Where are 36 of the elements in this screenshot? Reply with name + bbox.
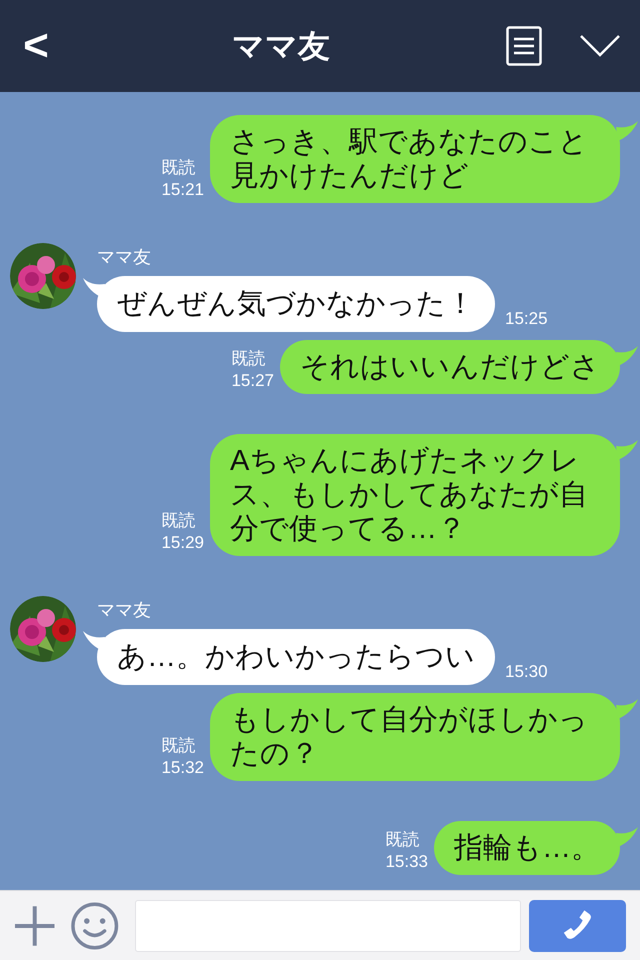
bubble-tail — [616, 440, 638, 460]
message-time: 15:33 — [385, 851, 428, 873]
message-bubble: ぜんぜん気づかなかった！ — [97, 276, 495, 332]
message-time: 15:21 — [161, 179, 204, 201]
read-receipt: 既読 — [161, 735, 196, 757]
message-bubble: あ…。かわいかったらつい — [97, 629, 495, 685]
message-bubble: 指輪も…。 — [434, 821, 620, 875]
bubble-tail — [616, 699, 638, 719]
message-bubble: それはいいんだけどさ — [280, 340, 620, 394]
message-time: 15:27 — [231, 370, 274, 392]
bubble-tail — [83, 631, 105, 651]
sender-name: ママ友 — [97, 599, 152, 622]
read-receipt: 既読 — [161, 157, 196, 179]
bubble-tail — [83, 278, 105, 298]
call-button[interactable] — [529, 900, 626, 952]
message-time: 15:32 — [161, 757, 204, 779]
message-input[interactable] — [134, 900, 522, 952]
smiley-icon[interactable] — [71, 902, 119, 950]
read-receipt: 既読 — [385, 829, 420, 851]
message-bubble: もしかして自分がほしかったの？ — [210, 693, 620, 781]
bubble-tail — [616, 827, 638, 847]
chevron-down-icon[interactable] — [580, 35, 620, 57]
message-time: 15:25 — [505, 308, 548, 330]
bubble-tail — [616, 121, 638, 141]
message-bubble: Aちゃんにあげたネックレス、もしかしてあなたが自分で使ってる…？ — [210, 434, 620, 556]
read-receipt: 既読 — [231, 348, 266, 370]
chat-title: ママ友 — [232, 27, 330, 66]
sender-name: ママ友 — [97, 246, 152, 269]
plus-icon[interactable] — [14, 904, 56, 946]
read-receipt: 既読 — [161, 510, 196, 532]
back-button[interactable]: < — [16, 24, 56, 68]
message-time: 15:30 — [505, 661, 548, 683]
menu-icon[interactable] — [506, 26, 542, 66]
message-time: 15:29 — [161, 532, 204, 554]
bubble-tail — [616, 346, 638, 366]
message-bubble: さっき、駅であなたのこと見かけたんだけど — [210, 115, 620, 203]
